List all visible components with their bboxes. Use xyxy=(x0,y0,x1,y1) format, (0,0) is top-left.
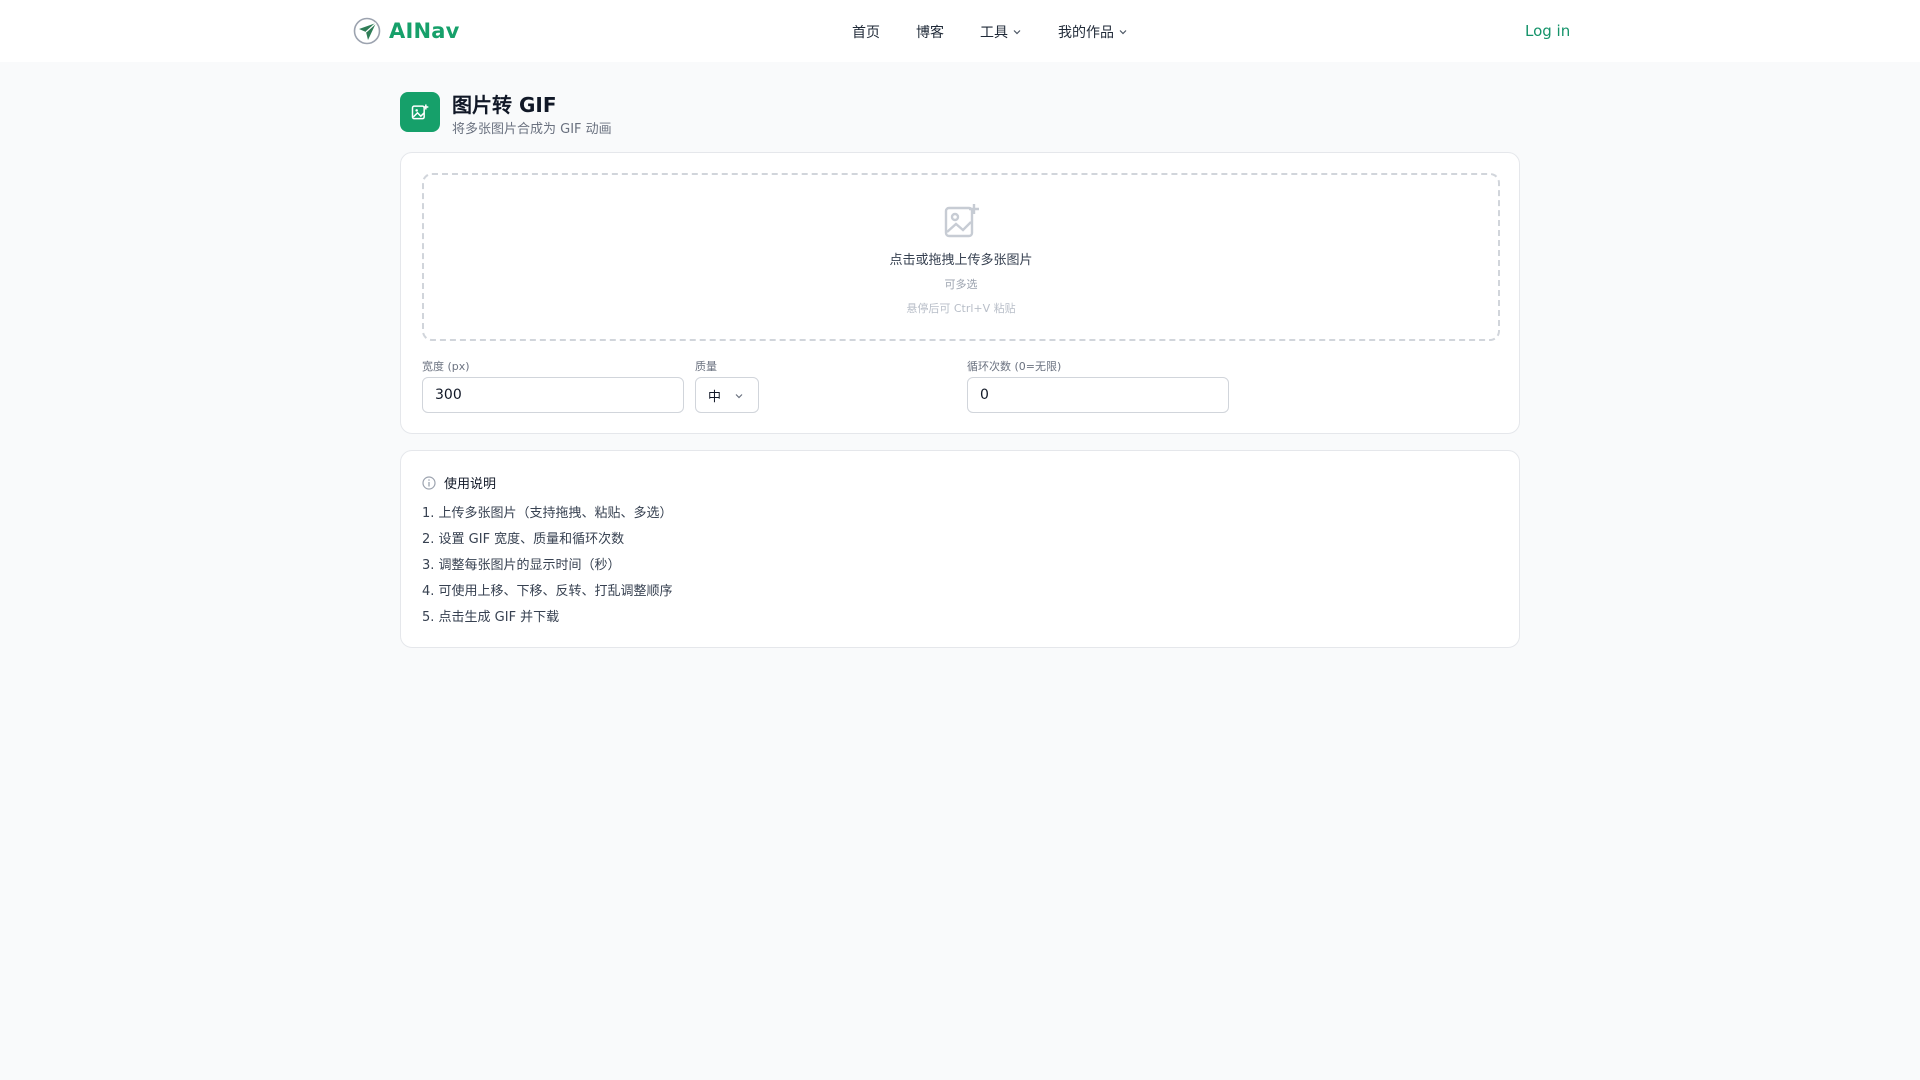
main-nav: 首页 博客 工具 我的作品 xyxy=(852,22,1128,42)
top-navbar: AINav 首页 博客 工具 我的作品 Log in xyxy=(0,0,1920,62)
page-title: 图片转 GIF xyxy=(452,93,557,117)
chevron-down-icon xyxy=(1013,30,1021,35)
nav-item-label: 工具 xyxy=(980,25,1008,41)
image-plus-icon xyxy=(411,104,429,120)
page-subtitle: 将多张图片合成为 GIF 动画 xyxy=(452,122,612,137)
width-label: 宽度 (px) xyxy=(422,360,470,373)
nav-item-label: 博客 xyxy=(916,25,944,41)
instructions-list: 1. 上传多张图片（支持拖拽、粘贴、多选） 2. 设置 GIF 宽度、质量和循环… xyxy=(422,504,673,634)
instruction-step: 1. 上传多张图片（支持拖拽、粘贴、多选） xyxy=(422,506,673,521)
loop-count-input[interactable] xyxy=(967,377,1229,413)
image-plus-icon xyxy=(944,204,979,238)
width-input[interactable] xyxy=(422,377,684,413)
page-icon xyxy=(400,92,440,132)
instructions-header: 使用说明 xyxy=(422,473,496,492)
instructions-card: 使用说明 1. 上传多张图片（支持拖拽、粘贴、多选） 2. 设置 GIF 宽度、… xyxy=(400,450,1520,648)
quality-selected-value: 中 xyxy=(708,389,722,405)
gif-settings-card: 点击或拖拽上传多张图片 可多选 悬停后可 Ctrl+V 粘贴 宽度 (px) 质… xyxy=(400,152,1520,434)
quality-select[interactable]: 中 xyxy=(695,377,759,413)
upload-multi-note: 可多选 xyxy=(944,278,978,291)
nav-item-blog[interactable]: 博客 xyxy=(916,22,944,42)
chevron-down-icon xyxy=(1119,30,1127,35)
instructions-title: 使用说明 xyxy=(444,477,497,492)
nav-item-my-works[interactable]: 我的作品 xyxy=(1058,22,1128,42)
brand-name: AINav xyxy=(389,19,460,43)
instruction-step: 3. 调整每张图片的显示时间（秒） xyxy=(422,558,621,573)
upload-dropzone[interactable]: 点击或拖拽上传多张图片 可多选 悬停后可 Ctrl+V 粘贴 xyxy=(422,173,1500,341)
upload-paste-hint: 悬停后可 Ctrl+V 粘贴 xyxy=(906,302,1016,315)
nav-item-tools[interactable]: 工具 xyxy=(980,22,1022,42)
upload-instruction: 点击或拖拽上传多张图片 xyxy=(889,253,1033,268)
brand-logo[interactable]: AINav xyxy=(353,17,460,45)
paper-plane-logo-icon xyxy=(353,17,381,45)
instruction-step: 2. 设置 GIF 宽度、质量和循环次数 xyxy=(422,532,625,547)
nav-item-label: 首页 xyxy=(852,25,880,41)
nav-item-home[interactable]: 首页 xyxy=(852,22,880,42)
loop-count-label: 循环次数 (0=无限) xyxy=(967,360,1062,373)
instruction-step: 5. 点击生成 GIF 并下载 xyxy=(422,610,560,625)
instruction-step: 4. 可使用上移、下移、反转、打乱调整顺序 xyxy=(422,584,673,599)
login-link[interactable]: Log in xyxy=(1525,22,1570,40)
info-icon xyxy=(422,475,436,490)
nav-item-label: 我的作品 xyxy=(1058,25,1114,41)
chevron-down-icon xyxy=(735,394,743,399)
quality-label: 质量 xyxy=(695,360,717,373)
